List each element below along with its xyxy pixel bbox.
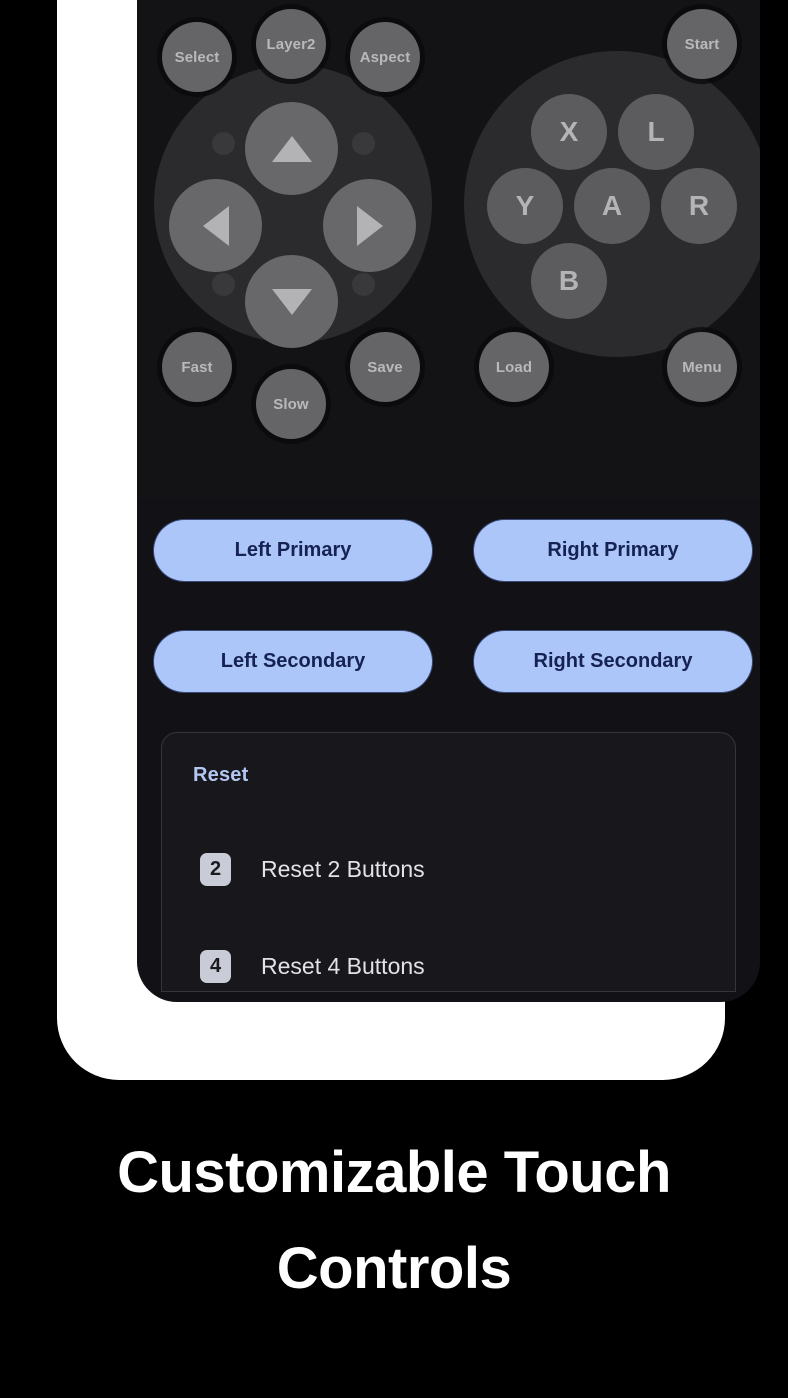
dpad-right-button[interactable]	[323, 179, 416, 272]
reset-4-buttons-label: Reset 4 Buttons	[261, 952, 425, 979]
layer2-label: Layer2	[266, 35, 316, 53]
right-primary-label: Right Primary	[547, 539, 679, 561]
left-secondary-label: Left Secondary	[220, 650, 366, 672]
caption: Customizable Touch Controls	[0, 1125, 788, 1316]
face-l-button[interactable]: L	[618, 94, 694, 170]
face-x-label: X	[559, 116, 579, 147]
number-4-icon: 4	[200, 949, 231, 983]
save-button[interactable]: Save	[350, 332, 420, 402]
dpad-diagonal-dot-upleft[interactable]	[212, 132, 235, 155]
layer2-button[interactable]: Layer2	[256, 9, 326, 79]
face-b-button[interactable]: B	[531, 243, 607, 319]
reset-2-buttons-label: Reset 2 Buttons	[261, 855, 425, 882]
left-primary-label: Left Primary	[234, 539, 352, 561]
slow-label: Slow	[273, 395, 309, 413]
dpad-diagonal-dot-upright[interactable]	[352, 132, 375, 155]
dpad-diagonal-dot-downright[interactable]	[352, 273, 375, 296]
face-b-label: B	[558, 265, 580, 296]
number-2-icon: 2	[200, 852, 231, 886]
dpad-down-button[interactable]	[245, 255, 338, 348]
reset-section-title: Reset	[193, 764, 249, 786]
select-label: Select	[174, 48, 220, 66]
start-label: Start	[684, 35, 720, 53]
arrow-up-icon	[271, 135, 312, 162]
phone-frame: X L Y A R B Select Layer2 Aspect Start F…	[57, 0, 760, 1080]
fast-label: Fast	[181, 358, 213, 376]
caption-line-2: Controls	[276, 1235, 512, 1301]
face-l-label: L	[647, 116, 665, 147]
caption-line-1: Customizable Touch	[117, 1140, 671, 1205]
dpad-diagonal-dot-downleft[interactable]	[212, 273, 235, 296]
save-label: Save	[367, 358, 403, 376]
face-x-button[interactable]: X	[531, 94, 607, 170]
left-secondary-button[interactable]: Left Secondary	[154, 631, 432, 692]
reset-2-buttons-row[interactable]: 2 Reset 2 Buttons	[162, 838, 735, 900]
dpad-up-button[interactable]	[245, 102, 338, 195]
menu-button[interactable]: Menu	[667, 332, 737, 402]
face-r-label: R	[688, 190, 710, 221]
fast-button[interactable]: Fast	[162, 332, 232, 402]
face-y-button[interactable]: Y	[487, 168, 563, 244]
app-screen: X L Y A R B Select Layer2 Aspect Start F…	[137, 0, 760, 1002]
phone-screen: X L Y A R B Select Layer2 Aspect Start F…	[137, 0, 760, 1002]
face-r-button[interactable]: R	[661, 168, 737, 244]
arrow-left-icon	[202, 205, 229, 246]
right-secondary-button[interactable]: Right Secondary	[474, 631, 752, 692]
left-primary-button[interactable]: Left Primary	[154, 520, 432, 581]
menu-label: Menu	[682, 358, 722, 376]
right-primary-button[interactable]: Right Primary	[474, 520, 752, 581]
slow-button[interactable]: Slow	[256, 369, 326, 439]
touch-controls-overlay: X L Y A R B Select Layer2 Aspect Start F…	[137, 0, 760, 500]
select-button[interactable]: Select	[162, 22, 232, 92]
reset-card: Reset 2 Reset 2 Buttons 4 Reset 4 Button…	[161, 732, 736, 992]
assign-buttons-section: Left Primary Right Primary Left Secondar…	[137, 512, 760, 697]
reset-4-buttons-row[interactable]: 4 Reset 4 Buttons	[162, 935, 735, 991]
face-a-button[interactable]: A	[574, 168, 650, 244]
aspect-button[interactable]: Aspect	[350, 22, 420, 92]
start-button[interactable]: Start	[667, 9, 737, 79]
dpad-left-button[interactable]	[169, 179, 262, 272]
face-a-label: A	[601, 190, 623, 221]
face-y-label: Y	[515, 190, 535, 221]
arrow-right-icon	[356, 205, 383, 246]
load-label: Load	[495, 358, 533, 376]
aspect-label: Aspect	[359, 48, 411, 66]
load-button[interactable]: Load	[479, 332, 549, 402]
arrow-down-icon	[271, 288, 312, 315]
right-secondary-label: Right Secondary	[533, 650, 693, 672]
